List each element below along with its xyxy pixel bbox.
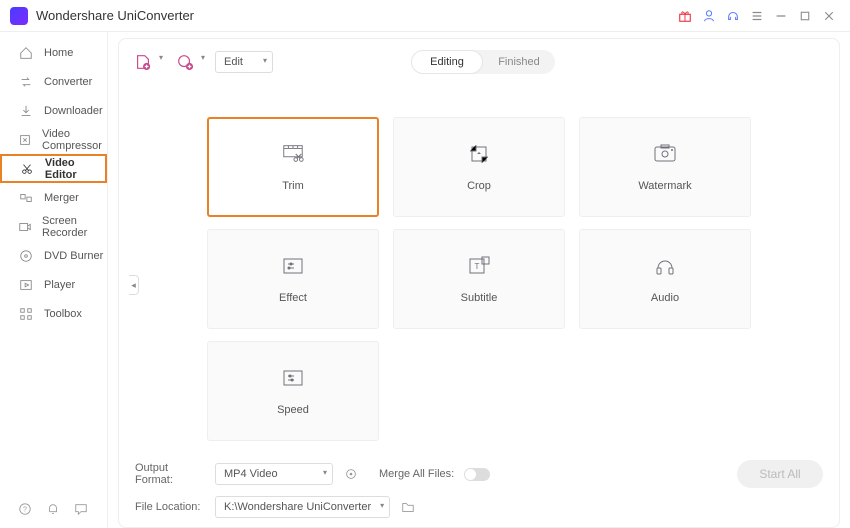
- sidebar-item-label: Video Editor: [45, 157, 105, 181]
- bell-icon[interactable]: [46, 502, 60, 516]
- edit-dropdown[interactable]: Edit ▾: [215, 51, 273, 73]
- sidebar-item-dvd[interactable]: DVD Burner: [0, 241, 107, 270]
- play-icon: [18, 277, 34, 293]
- settings-icon[interactable]: [343, 466, 359, 482]
- sidebar-item-label: Downloader: [44, 105, 103, 117]
- dropdown-value: Edit: [224, 56, 243, 68]
- folder-icon[interactable]: [400, 499, 416, 515]
- card-label: Effect: [279, 292, 307, 304]
- tab-editing[interactable]: Editing: [411, 50, 483, 74]
- audio-icon: [653, 254, 677, 278]
- sidebar-item-label: Toolbox: [44, 308, 82, 320]
- sidebar-item-label: Player: [44, 279, 75, 291]
- menu-icon[interactable]: [746, 5, 768, 27]
- grid-icon: [18, 306, 34, 322]
- sidebar-item-label: Screen Recorder: [42, 215, 107, 239]
- app-logo: [10, 7, 28, 25]
- segment-control: Editing Finished: [411, 50, 555, 74]
- sidebar-item-player[interactable]: Player: [0, 270, 107, 299]
- tool-grid: Trim Crop Watermark Effect: [131, 77, 827, 459]
- sidebar-item-label: Home: [44, 47, 73, 59]
- chevron-down-icon: ▾: [380, 501, 384, 510]
- scissors-icon: [20, 161, 35, 177]
- toolbar: ▾ ▾ Edit ▾ Editing Finished: [131, 47, 827, 77]
- merge-toggle[interactable]: [464, 468, 490, 481]
- sidebar-item-label: Video Compressor: [42, 128, 107, 152]
- sidebar-item-toolbox[interactable]: Toolbox: [0, 299, 107, 328]
- card-label: Speed: [277, 404, 309, 416]
- user-icon[interactable]: [698, 5, 720, 27]
- home-icon: [18, 45, 34, 61]
- chat-icon[interactable]: [74, 502, 88, 516]
- tab-finished[interactable]: Finished: [483, 50, 555, 74]
- headset-icon[interactable]: [722, 5, 744, 27]
- card-subtitle[interactable]: T Subtitle: [393, 229, 565, 329]
- sidebar-item-compressor[interactable]: Video Compressor: [0, 125, 107, 154]
- card-speed[interactable]: Speed: [207, 341, 379, 441]
- sidebar-item-home[interactable]: Home: [0, 38, 107, 67]
- chevron-down-icon: ▾: [159, 53, 163, 62]
- titlebar: Wondershare UniConverter: [0, 0, 850, 32]
- crop-icon: [467, 142, 491, 166]
- speed-icon: [281, 366, 305, 390]
- sidebar-collapse-handle[interactable]: ◂: [129, 275, 139, 295]
- minimize-icon[interactable]: [770, 5, 792, 27]
- effect-icon: [281, 254, 305, 278]
- sidebar-item-label: Converter: [44, 76, 92, 88]
- sidebar: Home Converter Downloader Video Compress…: [0, 32, 108, 528]
- output-format-label: Output Format:: [135, 462, 205, 486]
- chevron-down-icon: ▾: [323, 468, 327, 477]
- merge-icon: [18, 190, 34, 206]
- sidebar-bottom-icons: ?: [0, 492, 107, 528]
- footer: Output Format: MP4 Video ▾ Merge All File…: [131, 459, 827, 519]
- sidebar-item-label: Merger: [44, 192, 79, 204]
- watermark-icon: [653, 142, 677, 166]
- sidebar-item-merger[interactable]: Merger: [0, 183, 107, 212]
- record-icon: [18, 219, 32, 235]
- add-file-button[interactable]: ▾: [131, 50, 155, 74]
- subtitle-icon: T: [467, 254, 491, 278]
- app-title: Wondershare UniConverter: [36, 8, 194, 23]
- card-label: Audio: [651, 292, 679, 304]
- converter-icon: [18, 74, 34, 90]
- svg-text:T: T: [475, 262, 480, 271]
- dropdown-value: K:\Wondershare UniConverter: [224, 501, 371, 513]
- close-icon[interactable]: [818, 5, 840, 27]
- sidebar-item-downloader[interactable]: Downloader: [0, 96, 107, 125]
- chevron-down-icon: ▾: [263, 56, 267, 65]
- content-card: ▾ ▾ Edit ▾ Editing Finished Trim Crop: [118, 38, 840, 528]
- card-trim[interactable]: Trim: [207, 117, 379, 217]
- card-label: Crop: [467, 180, 491, 192]
- file-location-dropdown[interactable]: K:\Wondershare UniConverter ▾: [215, 496, 390, 518]
- download-icon: [18, 103, 34, 119]
- trim-icon: [281, 142, 305, 166]
- sidebar-item-recorder[interactable]: Screen Recorder: [0, 212, 107, 241]
- file-location-label: File Location:: [135, 501, 205, 513]
- sidebar-item-label: DVD Burner: [44, 250, 103, 262]
- sidebar-item-editor[interactable]: Video Editor: [0, 154, 107, 183]
- card-label: Watermark: [638, 180, 691, 192]
- sidebar-item-converter[interactable]: Converter: [0, 67, 107, 96]
- merge-label: Merge All Files:: [379, 468, 454, 480]
- card-watermark[interactable]: Watermark: [579, 117, 751, 217]
- maximize-icon[interactable]: [794, 5, 816, 27]
- card-crop[interactable]: Crop: [393, 117, 565, 217]
- card-label: Trim: [282, 180, 304, 192]
- add-url-button[interactable]: ▾: [173, 50, 197, 74]
- compress-icon: [18, 132, 32, 148]
- card-effect[interactable]: Effect: [207, 229, 379, 329]
- gift-icon[interactable]: [674, 5, 696, 27]
- help-icon[interactable]: ?: [18, 502, 32, 516]
- disc-icon: [18, 248, 34, 264]
- start-all-button[interactable]: Start All: [737, 460, 823, 488]
- card-audio[interactable]: Audio: [579, 229, 751, 329]
- card-label: Subtitle: [461, 292, 498, 304]
- chevron-down-icon: ▾: [201, 53, 205, 62]
- dropdown-value: MP4 Video: [224, 468, 278, 480]
- svg-text:?: ?: [23, 507, 27, 514]
- output-format-dropdown[interactable]: MP4 Video ▾: [215, 463, 333, 485]
